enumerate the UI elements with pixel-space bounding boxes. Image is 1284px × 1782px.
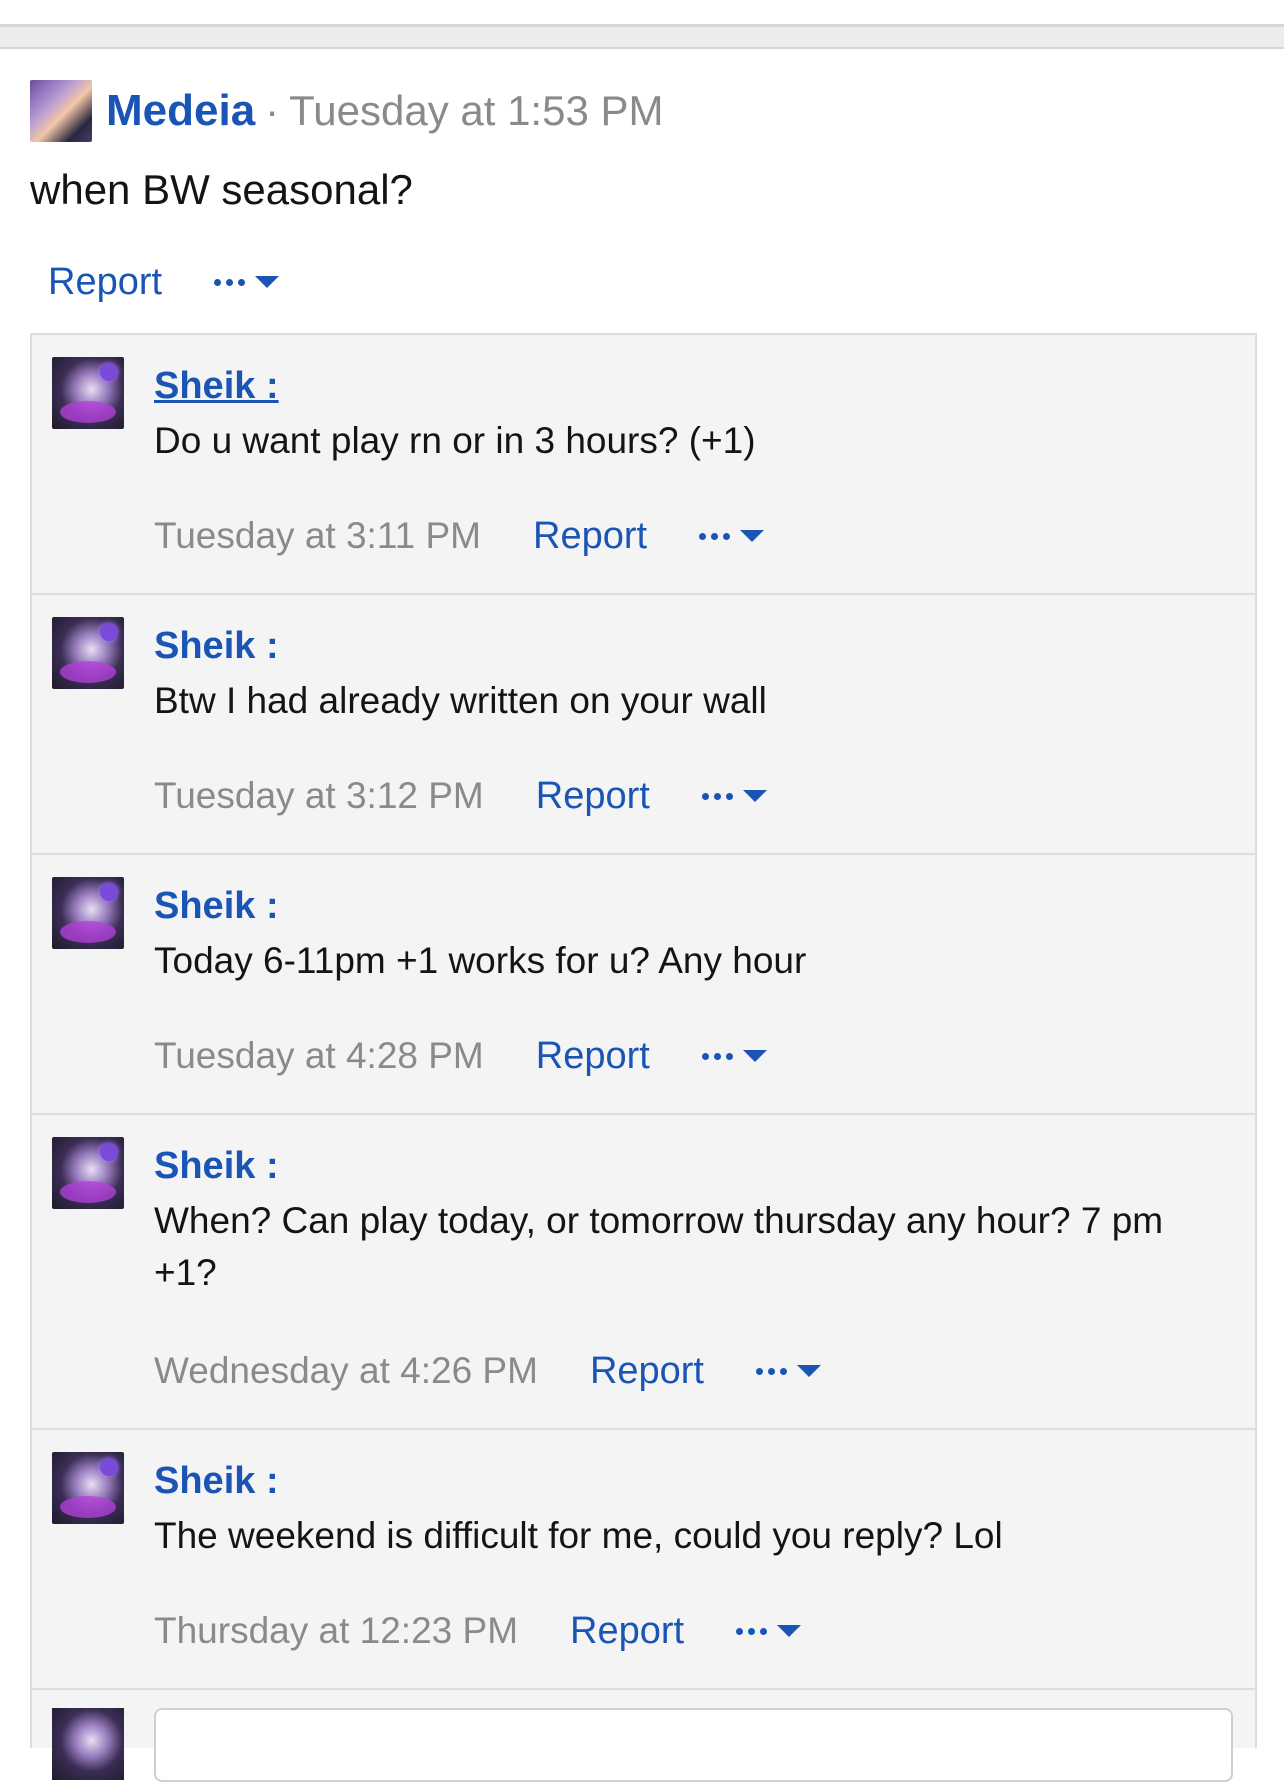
comment-text: Btw I had already written on your wall	[154, 680, 767, 721]
report-button[interactable]: Report	[536, 775, 650, 818]
caret-down-icon	[742, 790, 767, 802]
post-actions: Report	[48, 256, 280, 308]
comment-text: Today 6-11pm +1 works for u? Any hour	[154, 940, 807, 981]
comment-meta: Wednesday at 4:26 PM Report	[154, 1346, 821, 1396]
comment-timestamp[interactable]: Tuesday at 4:28 PM	[154, 1035, 484, 1077]
ellipsis-icon	[699, 532, 731, 540]
report-button[interactable]: Report	[536, 1035, 650, 1078]
post-author-link[interactable]: Medeia	[106, 86, 255, 136]
comment-author-link[interactable]: Sheik :	[154, 1460, 279, 1503]
ellipsis-icon	[756, 1367, 787, 1375]
more-menu-button[interactable]	[736, 1625, 802, 1637]
top-divider	[0, 27, 1284, 49]
comment-meta: Thursday at 12:23 PM Report	[154, 1606, 802, 1656]
avatar[interactable]	[52, 1452, 124, 1524]
more-menu-button[interactable]	[756, 1365, 821, 1377]
post-timestamp[interactable]: Tuesday at 1:53 PM	[289, 87, 663, 135]
comment-meta: Tuesday at 3:11 PM Report	[154, 511, 765, 561]
comment-timestamp[interactable]: Tuesday at 3:12 PM	[154, 775, 484, 817]
comment-text: The weekend is difficult for me, could y…	[154, 1515, 1003, 1556]
more-menu-button[interactable]	[214, 276, 280, 288]
ellipsis-icon	[701, 792, 733, 800]
comment-meta: Tuesday at 4:28 PM Report	[154, 1031, 767, 1081]
report-button[interactable]: Report	[48, 261, 162, 304]
ellipsis-icon	[214, 278, 246, 286]
comment: Sheik : Today 6-11pm +1 works for u? Any…	[32, 855, 1255, 1115]
comment: Sheik : When? Can play today, or tomorro…	[32, 1115, 1255, 1430]
top-bar	[0, 0, 1284, 27]
more-menu-button[interactable]	[701, 790, 767, 802]
post-header: Medeia · Tuesday at 1:53 PM	[30, 78, 663, 144]
caret-down-icon	[777, 1625, 802, 1637]
caret-down-icon	[797, 1365, 821, 1377]
comment-timestamp[interactable]: Thursday at 12:23 PM	[154, 1610, 518, 1652]
caret-down-icon	[255, 276, 280, 288]
more-menu-button[interactable]	[699, 530, 765, 542]
avatar[interactable]	[52, 357, 124, 429]
reply-row	[32, 1690, 1255, 1782]
comment-timestamp[interactable]: Tuesday at 3:11 PM	[154, 515, 481, 557]
post-text: when BW seasonal?	[30, 166, 413, 213]
separator: ·	[265, 87, 280, 134]
avatar[interactable]	[52, 617, 124, 689]
comment: Sheik : Btw I had already written on you…	[32, 595, 1255, 855]
comment: Sheik : The weekend is difficult for me,…	[32, 1430, 1255, 1690]
comment-text: When? Can play today, or tomorrow thursd…	[154, 1200, 1164, 1293]
ellipsis-icon	[701, 1052, 733, 1060]
comment-author-link[interactable]: Sheik :	[154, 1145, 279, 1188]
comment-timestamp[interactable]: Wednesday at 4:26 PM	[154, 1350, 538, 1392]
comment-author-link[interactable]: Sheik :	[154, 885, 279, 928]
ellipsis-icon	[736, 1627, 768, 1635]
avatar[interactable]	[52, 1137, 124, 1209]
comment-author-link[interactable]: Sheik :	[154, 365, 279, 408]
avatar[interactable]	[52, 877, 124, 949]
avatar	[52, 1708, 124, 1780]
caret-down-icon	[740, 530, 765, 542]
report-button[interactable]: Report	[590, 1350, 704, 1393]
caret-down-icon	[742, 1050, 767, 1062]
avatar[interactable]	[30, 80, 92, 142]
comment: Sheik : Do u want play rn or in 3 hours?…	[32, 335, 1255, 595]
more-menu-button[interactable]	[701, 1050, 767, 1062]
report-button[interactable]: Report	[533, 515, 647, 558]
comment-text: Do u want play rn or in 3 hours? (+1)	[154, 420, 756, 461]
reply-input[interactable]	[154, 1708, 1233, 1782]
comment-meta: Tuesday at 3:12 PM Report	[154, 771, 767, 821]
comment-list: Sheik : Do u want play rn or in 3 hours?…	[30, 333, 1257, 1782]
comment-author-link[interactable]: Sheik :	[154, 625, 279, 668]
report-button[interactable]: Report	[570, 1610, 684, 1653]
